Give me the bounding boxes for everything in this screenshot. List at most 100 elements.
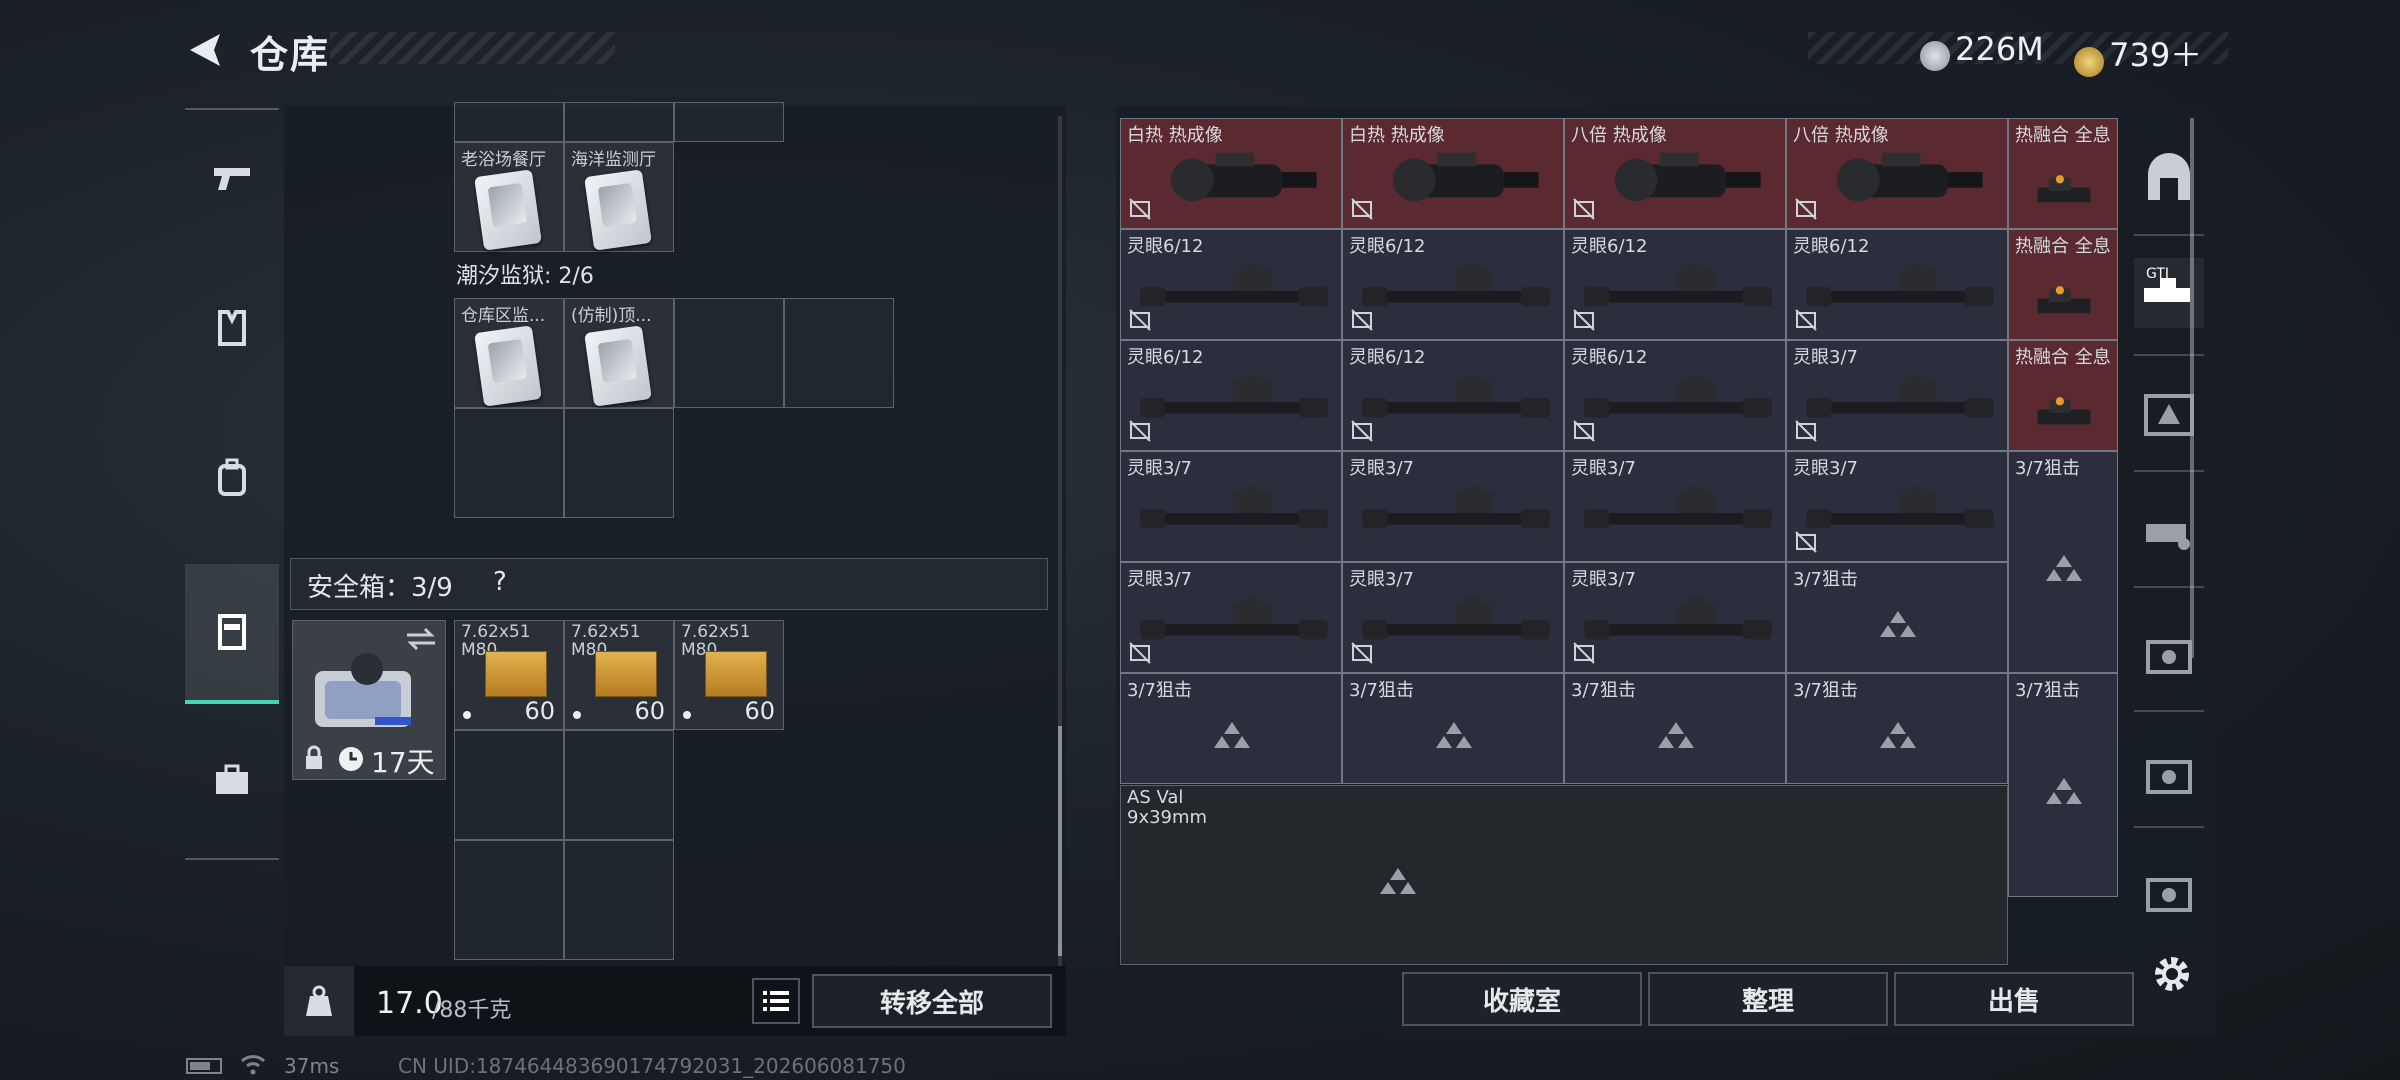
silver-coin-icon xyxy=(1920,40,1950,71)
rarity-icon xyxy=(2039,553,2089,587)
keycard-item[interactable]: 老浴场餐厅 xyxy=(454,142,564,252)
no-preset-icon xyxy=(1573,198,1595,220)
grid-item[interactable]: 3/7狙击 xyxy=(1786,562,2008,673)
safebox-icon xyxy=(315,653,411,727)
storage-category-all[interactable] xyxy=(2134,144,2204,214)
no-preset-icon xyxy=(1351,642,1373,664)
grid-item[interactable]: 热融合 全息 xyxy=(2008,118,2118,229)
grid-item[interactable]: 灵眼3/7 xyxy=(1120,562,1342,673)
grid-item[interactable]: 热融合 全息 xyxy=(2008,229,2118,340)
backpack-icon xyxy=(218,458,246,496)
grid-item[interactable]: 3/7狙击 xyxy=(1342,673,1564,784)
grid-item[interactable]: 灵眼3/7 xyxy=(1564,451,1786,562)
transfer-all-button[interactable]: 转移全部 xyxy=(812,974,1052,1028)
storage-category-v1[interactable] xyxy=(2134,620,2204,690)
grid-item[interactable]: 灵眼6/12 xyxy=(1564,229,1786,340)
swap-icon[interactable] xyxy=(405,627,437,651)
empty-slot[interactable] xyxy=(674,298,784,408)
sniper-scope-icon xyxy=(1801,262,1997,324)
grid-item[interactable]: 灵眼3/7 xyxy=(1342,451,1564,562)
keycard-item[interactable]: (仿制)顶... xyxy=(564,298,674,408)
grid-item[interactable]: 八倍 热成像 xyxy=(1564,118,1786,229)
weapon-slot[interactable]: AS Val 9x39mm xyxy=(1120,785,2008,965)
keycard-item[interactable]: 海洋监测厅 xyxy=(564,142,674,252)
empty-slot[interactable] xyxy=(784,298,894,408)
gear-category-icon xyxy=(2144,394,2194,436)
chest-category-icon xyxy=(2146,760,2192,794)
grid-item[interactable]: 热融合 全息 xyxy=(2008,340,2118,451)
no-preset-icon xyxy=(1573,642,1595,664)
grid-item[interactable]: 3/7狙击 xyxy=(1786,673,2008,784)
list-view-button[interactable] xyxy=(752,978,800,1024)
nav-toolbox[interactable] xyxy=(185,720,279,840)
help-button[interactable]: ? xyxy=(493,567,507,597)
grid-item[interactable]: 灵眼6/12 xyxy=(1342,229,1564,340)
storage-category-gear[interactable] xyxy=(2134,380,2204,450)
scrollbar-thumb[interactable] xyxy=(1058,726,1062,956)
grid-item[interactable]: 灵眼6/12 xyxy=(1120,229,1342,340)
nav-armor[interactable] xyxy=(185,268,279,388)
ammo-item[interactable]: 7.62x51 M80 60 xyxy=(564,620,674,730)
grid-item[interactable]: 灵眼3/7 xyxy=(1120,451,1342,562)
safebox-item[interactable]: 17天 xyxy=(292,620,446,780)
collection-room-button[interactable]: 收藏室 xyxy=(1402,972,1642,1026)
ammo-box-icon xyxy=(705,651,767,697)
empty-slot[interactable] xyxy=(564,408,674,518)
rarity-icon xyxy=(1429,720,1479,754)
grid-item[interactable]: 3/7狙击 xyxy=(2008,451,2118,673)
nav-weapons[interactable] xyxy=(185,118,279,238)
currency-2[interactable]: 739＋ xyxy=(2074,30,2202,77)
grid-item[interactable]: 灵眼3/7 xyxy=(1564,562,1786,673)
grid-item[interactable]: 八倍 热成像 xyxy=(1786,118,2008,229)
back-button[interactable] xyxy=(184,28,228,72)
organize-button[interactable]: 整理 xyxy=(1648,972,1888,1026)
item-slot[interactable] xyxy=(674,102,784,142)
no-preset-icon xyxy=(1129,420,1151,442)
item-label: 热融合 全息 xyxy=(2015,125,2111,146)
grid-item[interactable]: 3/7狙击 xyxy=(1564,673,1786,784)
grid-item[interactable]: 灵眼6/12 xyxy=(1342,340,1564,451)
item-slot[interactable] xyxy=(564,102,674,142)
grid-item[interactable]: 灵眼3/7 xyxy=(1342,562,1564,673)
empty-slot[interactable] xyxy=(454,840,564,960)
item-label: 3/7狙击 xyxy=(1793,569,1858,590)
nav-backpack[interactable] xyxy=(185,418,279,538)
empty-slot[interactable] xyxy=(454,730,564,840)
grid-item[interactable]: 灵眼3/7 xyxy=(1786,451,2008,562)
no-preset-icon xyxy=(1351,198,1373,220)
storage-category-v3[interactable] xyxy=(2134,858,2204,928)
currency-1: 226M xyxy=(1920,30,2044,71)
grid-item[interactable]: 白热 热成像 xyxy=(1120,118,1342,229)
item-label: 灵眼3/7 xyxy=(1127,458,1192,479)
pistol-icon xyxy=(214,168,250,190)
storage-category-parts[interactable] xyxy=(2134,496,2204,566)
grid-item[interactable]: 灵眼3/7 xyxy=(1786,340,2008,451)
item-label: 灵眼3/7 xyxy=(1571,458,1636,479)
empty-slot[interactable] xyxy=(564,840,674,960)
sell-button[interactable]: 出售 xyxy=(1894,972,2134,1026)
no-preset-icon xyxy=(1795,198,1817,220)
grid-item[interactable]: 白热 热成像 xyxy=(1342,118,1564,229)
item-slot[interactable] xyxy=(454,102,564,142)
grid-item[interactable]: 灵眼6/12 xyxy=(1786,229,2008,340)
empty-slot[interactable] xyxy=(564,730,674,840)
gold-coin-icon xyxy=(2074,46,2104,77)
keycard-item[interactable]: 仓库区监... xyxy=(454,298,564,408)
keycard-icon xyxy=(474,325,542,407)
grid-item[interactable]: 3/7狙击 xyxy=(1120,673,1342,784)
grid-item[interactable]: 3/7狙击 xyxy=(2008,673,2118,897)
grid-item[interactable]: 灵眼6/12 xyxy=(1564,340,1786,451)
storage-category-scopes[interactable]: GTI xyxy=(2134,258,2204,328)
grid-item[interactable]: 灵眼6/12 xyxy=(1120,340,1342,451)
nav-storage[interactable] xyxy=(185,564,279,704)
rarity-icon xyxy=(2039,776,2089,810)
storage-category-v2[interactable] xyxy=(2134,740,2204,810)
empty-slot[interactable] xyxy=(454,408,564,518)
thermal-scope-icon xyxy=(1591,143,1767,215)
settings-button[interactable] xyxy=(2150,952,2194,996)
section-title: 潮汐监狱: 2/6 xyxy=(456,264,594,289)
ammo-item[interactable]: 7.62x51 M80 60 xyxy=(674,620,784,730)
keycard-icon xyxy=(584,169,652,251)
ammo-item[interactable]: 7.62x51 M80 60 xyxy=(454,620,564,730)
sniper-scope-icon xyxy=(1357,262,1553,324)
